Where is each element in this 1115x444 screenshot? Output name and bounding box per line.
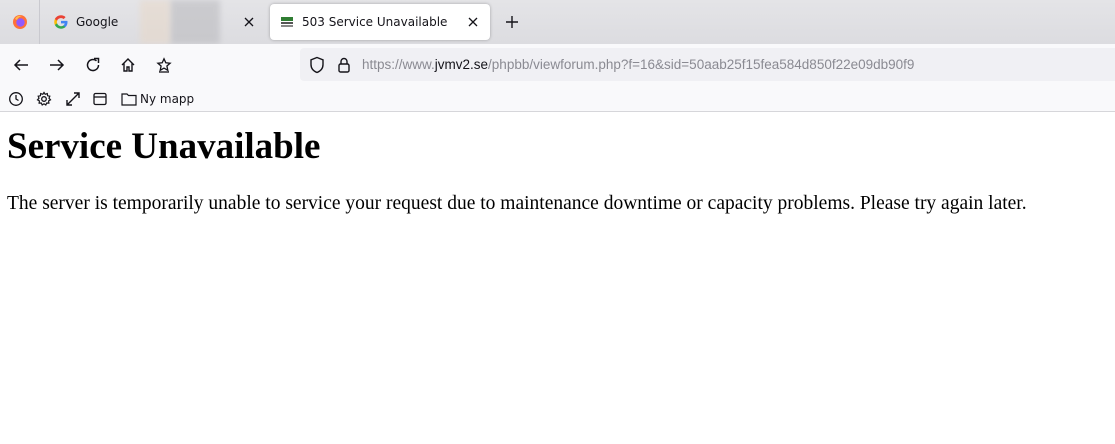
bookmark-folder-ny-mapp[interactable]: Ny mapp	[121, 89, 194, 109]
close-icon	[468, 17, 478, 27]
tab-google[interactable]: Google	[44, 4, 266, 40]
tab-title: 503 Service Unavailable	[302, 15, 448, 29]
back-button[interactable]	[7, 51, 35, 79]
tab-503-service-unavailable[interactable]: 503 Service Unavailable	[270, 4, 490, 40]
url-text[interactable]: https://www.jvmv2.se/phpbb/viewforum.php…	[362, 57, 914, 72]
fullscreen-button[interactable]	[63, 89, 83, 109]
shield-icon[interactable]	[308, 56, 326, 74]
forward-arrow-icon	[50, 59, 65, 71]
url-host: jvmv2.se	[434, 57, 489, 72]
tab-title: Google	[76, 15, 119, 29]
history-clock-icon	[9, 92, 23, 106]
url-scheme-prefix: https://www.	[362, 57, 435, 72]
new-tab-button[interactable]	[500, 10, 524, 34]
sidebar-icon	[93, 92, 107, 106]
star-icon	[156, 57, 172, 73]
jvmv-favicon-icon	[280, 16, 294, 28]
bookmarks-toolbar: Ny mapp	[0, 86, 1115, 112]
back-arrow-icon	[13, 59, 28, 71]
settings-button[interactable]	[34, 89, 54, 109]
sidebar-button[interactable]	[90, 89, 110, 109]
tab-close-button[interactable]	[240, 13, 258, 31]
home-icon	[121, 58, 135, 72]
settings-gear-icon	[36, 91, 52, 106]
plus-icon	[506, 16, 518, 28]
lock-icon[interactable]	[335, 56, 353, 74]
google-favicon-icon	[54, 15, 68, 29]
bookmark-folder-label: Ny mapp	[140, 92, 195, 106]
reload-button[interactable]	[79, 51, 107, 79]
navigation-toolbar: https://www.jvmv2.se/phpbb/viewforum.php…	[0, 44, 1115, 86]
close-icon	[244, 17, 254, 27]
firefox-logo-icon	[12, 15, 27, 29]
history-button[interactable]	[6, 89, 26, 109]
fullscreen-expand-icon	[66, 92, 80, 106]
firefox-menu-button[interactable]	[0, 0, 40, 44]
url-bar[interactable]: https://www.jvmv2.se/phpbb/viewforum.php…	[300, 48, 1115, 81]
reload-icon	[86, 57, 100, 72]
error-message: The server is temporarily unable to serv…	[7, 193, 1027, 214]
tab-strip: Google 503 Service Unavailable	[0, 0, 1115, 44]
folder-icon	[121, 93, 137, 106]
bookmark-star-button[interactable]	[150, 51, 178, 79]
page-heading: Service Unavailable	[7, 126, 321, 167]
page-content: Service Unavailable The server is tempor…	[0, 113, 1115, 444]
url-path: /phpbb/viewforum.php?f=16&sid=50aab25f15…	[488, 57, 915, 72]
forward-button[interactable]	[43, 51, 71, 79]
home-button[interactable]	[114, 51, 142, 79]
tab-close-button[interactable]	[464, 13, 482, 31]
